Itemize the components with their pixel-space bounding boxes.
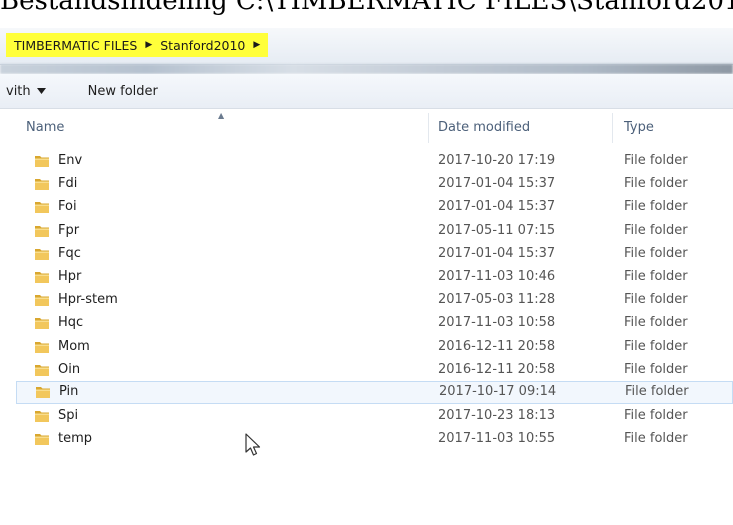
file-date-modified: 2017-01-04 15:37 [438,245,556,261]
file-name: Fdi [58,176,78,192]
file-row[interactable]: temp 2017-11-03 10:55 File folder [0,428,733,451]
file-type: File folder [624,245,688,261]
file-date-modified: 2017-01-04 15:37 [438,176,556,192]
file-row[interactable]: Env 2017-10-20 17:19 File folder [0,150,733,173]
file-date-modified: 2017-05-11 07:15 [438,222,556,238]
file-type: File folder [624,222,688,238]
open-with-label: vith [6,83,31,99]
file-name: Hpr [58,269,82,284]
folder-icon [35,434,49,446]
file-name: Fpr [58,222,80,238]
column-header-type[interactable]: Type [624,120,654,135]
address-bar[interactable]: TIMBERMATIC FILES ▶ Stanford2010 ▶ [0,28,733,65]
mouse-pointer-icon [245,433,261,456]
file-row[interactable]: Pin 2017-10-17 09:14 File folder [16,381,733,404]
file-row[interactable]: Fqc 2017-01-04 15:37 File folder [0,243,733,266]
file-name: temp [58,431,93,447]
folder-icon [35,318,49,330]
file-name: Env [58,153,83,168]
file-date-modified: 2017-05-03 11:28 [438,292,556,308]
file-type: File folder [624,315,688,331]
command-bar: vith New folder [0,74,733,109]
file-type: File folder [625,384,689,399]
chevron-down-icon [36,88,46,94]
folder-icon [35,411,49,423]
file-row[interactable]: Hpr 2017-11-03 10:46 File folder [0,266,733,289]
open-with-button[interactable]: vith [6,84,46,99]
new-folder-button[interactable]: New folder [88,84,158,99]
file-row[interactable]: Hpr-stem 2017-05-03 11:28 File folder [0,289,733,312]
column-separator[interactable] [428,113,429,143]
folder-icon [35,179,49,191]
file-type: File folder [624,408,688,424]
folder-icon [35,364,49,376]
file-type: File folder [624,269,688,284]
file-row[interactable]: Foi 2017-01-04 15:37 File folder [0,196,733,219]
folder-icon [36,387,50,398]
file-row[interactable]: Hqc 2017-11-03 10:58 File folder [0,312,733,335]
file-type: File folder [624,176,688,192]
file-name: Hqc [58,315,84,331]
folder-icon [35,272,49,283]
column-header-date-modified[interactable]: Date modified [438,120,530,135]
folder-icon [35,225,49,237]
folder-icon [35,341,49,353]
folder-icon [35,156,49,167]
file-date-modified: 2017-10-17 09:14 [439,384,557,399]
file-type: File folder [624,338,688,354]
breadcrumb-item-timbermatic-files[interactable]: TIMBERMATIC FILES [14,38,137,53]
file-type: File folder [624,361,688,377]
file-row[interactable]: Mom 2016-12-11 20:58 File folder [0,336,733,359]
column-separator[interactable] [612,113,613,143]
file-name: Foi [58,199,77,215]
file-type: File folder [624,153,688,168]
folder-icon [35,295,49,307]
folder-icon [35,202,49,214]
chevron-right-icon[interactable]: ▶ [253,40,260,50]
file-type: File folder [624,292,688,308]
file-date-modified: 2016-12-11 20:58 [438,338,556,354]
blurred-ribbon [0,64,733,74]
chevron-right-icon[interactable]: ▶ [145,40,152,50]
file-type: File folder [624,431,688,447]
file-date-modified: 2017-11-03 10:55 [438,431,556,447]
column-header-name[interactable]: Name [26,120,64,135]
sort-ascending-icon: ▲ [218,111,225,120]
window-caption: Bestandsindeling C:\TIMBERMATIC FILES\St… [0,0,733,16]
file-row[interactable]: Oin 2016-12-11 20:58 File folder [0,359,733,382]
file-row[interactable]: Fdi 2017-01-04 15:37 File folder [0,173,733,196]
file-name: Spi [58,408,79,424]
file-date-modified: 2017-01-04 15:37 [438,199,556,215]
column-header-row: Name ▲ Date modified Type [0,109,733,147]
file-date-modified: 2016-12-11 20:58 [438,361,556,377]
file-name: Fqc [58,245,81,261]
file-date-modified: 2017-10-20 17:19 [438,153,556,168]
breadcrumb-item-stanford2010[interactable]: Stanford2010 [160,38,245,53]
folder-icon [35,248,49,260]
file-row[interactable]: Spi 2017-10-23 18:13 File folder [0,405,733,428]
file-date-modified: 2017-11-03 10:46 [438,269,556,284]
breadcrumb: TIMBERMATIC FILES ▶ Stanford2010 ▶ [6,33,269,57]
file-name: Pin [59,384,79,399]
file-type: File folder [624,199,688,215]
file-name: Oin [58,361,81,377]
file-name: Mom [58,338,90,354]
file-row[interactable]: Fpr 2017-05-11 07:15 File folder [0,220,733,243]
file-name: Hpr-stem [58,292,118,308]
file-date-modified: 2017-10-23 18:13 [438,408,556,424]
file-date-modified: 2017-11-03 10:58 [438,315,556,331]
